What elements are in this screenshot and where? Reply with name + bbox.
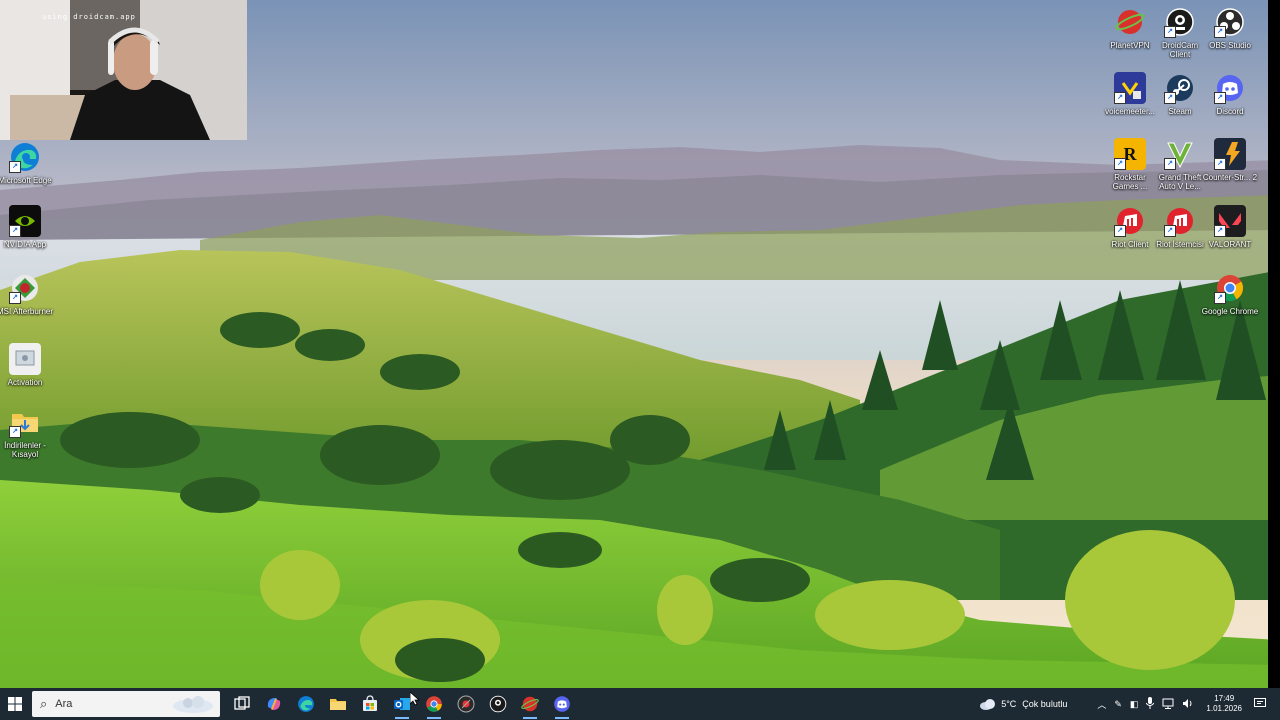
- taskbar-chrome[interactable]: [418, 688, 450, 720]
- microphone-icon[interactable]: [1146, 697, 1155, 711]
- desktop-icon-msi-afterburner[interactable]: ↗ MSI Afterburner: [0, 272, 54, 316]
- weather-temperature: 5°C: [1001, 699, 1017, 709]
- desktop-icon-label: Activation: [7, 378, 43, 387]
- desktop-icon-label: Riot Client: [1111, 240, 1149, 249]
- discord-icon: [554, 696, 570, 712]
- taskbar-copilot[interactable]: [258, 688, 290, 720]
- desktop-icon-microsoft-edge[interactable]: ↗ Microsoft Edge: [0, 141, 54, 185]
- desktop-icon-discord[interactable]: ↗ Discord: [1201, 72, 1259, 116]
- chevron-up-icon: ︿: [1097, 699, 1107, 710]
- valorant-icon: ↗: [1214, 205, 1246, 237]
- desktop-icon-label: İndirilenler - Kısayol: [4, 441, 46, 459]
- desktop-icon-obs-studio[interactable]: ↗ OBS Studio: [1201, 6, 1259, 50]
- copilot-icon: [267, 698, 281, 710]
- rockstar-icon: R ↗: [1114, 138, 1146, 170]
- desktop-icon-label: VALORANT: [1208, 240, 1252, 249]
- desktop-icon-label: Discord: [1216, 107, 1244, 116]
- search-icon: ⌕: [40, 696, 48, 711]
- desktop-icon-label: NVIDIA App: [3, 240, 47, 249]
- chrome-icon: ↗: [1214, 272, 1246, 304]
- edge-icon: ↗: [9, 141, 41, 173]
- steam-icon: ↗: [1164, 72, 1196, 104]
- droidcam-icon: [489, 695, 507, 713]
- riot-client-icon: ↗: [1114, 205, 1146, 237]
- tray-pen-icon[interactable]: ✎: [1114, 699, 1122, 710]
- outlook-icon: [394, 698, 410, 710]
- cs2-icon: ↗: [1214, 138, 1246, 170]
- task-view-button[interactable]: [226, 688, 258, 720]
- screen-edge: [1268, 0, 1280, 688]
- desktop-icon-valorant[interactable]: ↗ VALORANT: [1201, 205, 1259, 249]
- webcam-overlay: using droidcam.app: [0, 0, 247, 140]
- webcam-person-illustration: [0, 0, 247, 140]
- planetvpn-icon: [521, 696, 539, 712]
- downloads-folder-icon: ↗: [9, 406, 41, 438]
- chrome-icon: [426, 696, 442, 712]
- desktop-icon-downloads-shortcut[interactable]: ↗ İndirilenler - Kısayol: [0, 406, 54, 459]
- weather-condition: Çok bulutlu: [1022, 699, 1068, 709]
- obs-icon: ↗: [1214, 6, 1246, 38]
- clock-time: 17:49: [1214, 694, 1235, 703]
- desktop-icon-label: Riot İstemcisi: [1156, 240, 1204, 249]
- desktop-icon-label: Microsoft Edge: [0, 176, 52, 185]
- desktop-icon-activation[interactable]: Activation: [0, 343, 54, 387]
- desktop-icon-label: Steam: [1168, 107, 1192, 116]
- desktop-icon-label: voicemeeter...: [1105, 107, 1155, 116]
- record-app-icon: [457, 695, 475, 713]
- taskbar-droidcam[interactable]: [482, 688, 514, 720]
- clock-date: 1.01.2026: [1206, 704, 1242, 713]
- voicemeeter-icon: ↗: [1114, 72, 1146, 104]
- desktop-icon-label: Google Chrome: [1201, 307, 1259, 316]
- search-placeholder: Ara: [55, 698, 73, 710]
- taskbar-file-explorer[interactable]: [322, 688, 354, 720]
- planetvpn-icon: [1114, 6, 1146, 38]
- desktop-icon-label: PlanetVPN: [1110, 41, 1150, 50]
- desktop-icon-google-chrome[interactable]: ↗ Google Chrome: [1201, 272, 1259, 316]
- taskbar: ⌕ Ara 5°C Çok bulutlu ︿ ✎ ◧ 17:49 1.01.2…: [0, 688, 1280, 720]
- volume-icon[interactable]: [1182, 698, 1194, 711]
- system-tray: 5°C Çok bulutlu ︿ ✎ ◧ 17:49 1.01.2026: [975, 688, 1280, 720]
- notification-icon: [1254, 697, 1266, 707]
- desktop-icon-label: MSI Afterburner: [0, 307, 54, 316]
- weather-widget[interactable]: 5°C Çok bulutlu: [979, 698, 1067, 710]
- edge-icon: [298, 696, 314, 712]
- taskbar-edge[interactable]: [290, 688, 322, 720]
- desktop-icon-nvidia-app[interactable]: ↗ NVIDIA App: [0, 205, 54, 249]
- taskbar-search-box[interactable]: ⌕ Ara: [32, 691, 220, 717]
- riot-istemcisi-icon: ↗: [1164, 205, 1196, 237]
- store-icon: [363, 695, 377, 711]
- nvidia-icon: ↗: [9, 205, 41, 237]
- desktop-icon-label: OBS Studio: [1209, 41, 1251, 50]
- activation-icon: [9, 343, 41, 375]
- droidcam-icon: ↗: [1164, 6, 1196, 38]
- task-view-icon: [234, 696, 250, 710]
- taskbar-app-recorder[interactable]: [450, 688, 482, 720]
- gta-icon: ↗: [1164, 138, 1196, 170]
- tray-app-icon[interactable]: ◧: [1130, 699, 1139, 710]
- mouse-cursor-icon: [410, 692, 420, 706]
- desktop-icon-label: Counter-Str... 2: [1202, 173, 1258, 182]
- cloud-icon: [980, 699, 996, 710]
- folder-icon: [330, 699, 346, 710]
- taskbar-planetvpn[interactable]: [514, 688, 546, 720]
- taskbar-discord[interactable]: [546, 688, 578, 720]
- taskbar-microsoft-store[interactable]: [354, 688, 386, 720]
- webcam-caption: using droidcam.app: [42, 13, 136, 21]
- network-icon[interactable]: [1162, 698, 1174, 711]
- windows-logo-icon: [8, 697, 22, 711]
- search-highlight-illustration-icon: [173, 696, 213, 713]
- start-button[interactable]: [0, 688, 30, 720]
- show-hidden-icons-button[interactable]: ︿: [1097, 698, 1106, 711]
- desktop-icon-counter-strike-2[interactable]: ↗ Counter-Str... 2: [1201, 138, 1259, 182]
- notification-center-button[interactable]: [1254, 697, 1266, 711]
- msi-afterburner-icon: ↗: [9, 272, 41, 304]
- discord-icon: ↗: [1214, 72, 1246, 104]
- taskbar-clock[interactable]: 17:49 1.01.2026: [1206, 694, 1242, 714]
